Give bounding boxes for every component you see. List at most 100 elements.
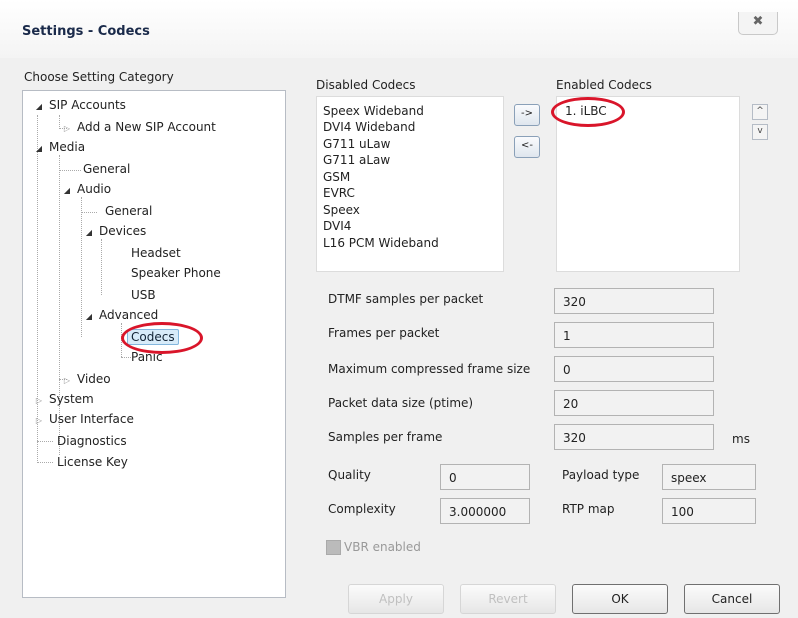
expand-arrow-icon[interactable]: ◢	[61, 183, 73, 199]
tree-item-label: Advanced	[99, 308, 159, 322]
max-frame-label: Maximum compressed frame size	[328, 362, 531, 376]
list-item[interactable]: L16 PCM Wideband	[323, 236, 439, 250]
tree-item-label: Media	[49, 140, 86, 154]
frames-label: Frames per packet	[328, 326, 440, 340]
tree-line	[101, 239, 102, 295]
tree-item-media-general[interactable]: General	[83, 161, 130, 177]
tree-item-video[interactable]: ▷ Video	[61, 371, 111, 389]
tree-item-label: License Key	[57, 455, 128, 469]
cancel-button[interactable]: Cancel	[684, 584, 780, 614]
rtp-map-label: RTP map	[562, 502, 615, 516]
move-up-button[interactable]: ^	[752, 104, 768, 120]
tree-item-add-sip-account[interactable]: ▷ Add a New SIP Account	[61, 119, 216, 137]
complexity-label: Complexity	[328, 502, 396, 516]
list-item[interactable]: G711 aLaw	[323, 153, 390, 167]
title-bar: Settings - Codecs ✖	[0, 0, 798, 58]
tree-item-advanced[interactable]: ◢ Advanced	[83, 307, 158, 325]
quality-label: Quality	[328, 468, 371, 482]
tree-line	[37, 441, 53, 442]
samples-unit: ms	[732, 432, 750, 446]
tree-item-label: General	[105, 204, 153, 218]
tree-item-label: Panic	[131, 350, 163, 364]
apply-button[interactable]: Apply	[348, 584, 444, 614]
tree-line	[121, 323, 122, 357]
ptime-field[interactable]: 20	[554, 390, 714, 416]
quality-field[interactable]: 0	[440, 464, 530, 490]
list-item[interactable]: GSM	[323, 170, 350, 184]
vbr-checkbox[interactable]	[326, 540, 341, 555]
rtp-map-field[interactable]: 100	[662, 498, 756, 524]
enabled-codecs-list[interactable]: 1. iLBC	[556, 96, 740, 272]
frames-field[interactable]: 1	[554, 322, 714, 348]
list-item[interactable]: Speex Wideband	[323, 104, 424, 118]
expand-arrow-icon[interactable]: ◢	[83, 309, 95, 325]
tree-item-diagnostics[interactable]: Diagnostics	[57, 433, 127, 449]
tree-item-label: General	[83, 162, 131, 176]
collapsed-arrow-icon[interactable]: ▷	[61, 121, 73, 137]
tree-item-label: Audio	[77, 182, 112, 196]
tree-item-headset[interactable]: Headset	[131, 245, 181, 261]
window-title: Settings - Codecs	[22, 24, 150, 39]
expand-arrow-icon[interactable]: ◢	[33, 141, 45, 157]
collapsed-arrow-icon[interactable]: ▷	[33, 393, 45, 409]
tree-item-user-interface[interactable]: ▷ User Interface	[33, 411, 134, 429]
payload-field[interactable]: speex	[662, 464, 756, 490]
tree-item-label: SIP Accounts	[49, 98, 126, 112]
tree-line	[81, 197, 82, 337]
tree-item-usb[interactable]: USB	[131, 287, 156, 303]
remove-codec-button[interactable]: <-	[514, 136, 540, 158]
disabled-codecs-list[interactable]: Speex Wideband DVI4 Wideband G711 uLaw G…	[316, 96, 504, 272]
settings-window: Settings - Codecs ✖ Choose Setting Categ…	[0, 0, 798, 618]
tree-line	[59, 155, 60, 455]
tree-item-codecs[interactable]: Codecs	[127, 329, 179, 345]
tree-item-audio[interactable]: ◢ Audio	[61, 181, 111, 199]
ptime-label: Packet data size (ptime)	[328, 396, 474, 410]
list-item[interactable]: DVI4	[323, 219, 351, 233]
expand-arrow-icon[interactable]: ◢	[33, 99, 45, 115]
ok-button[interactable]: OK	[572, 584, 668, 614]
enabled-codecs-label: Enabled Codecs	[556, 78, 652, 92]
close-icon: ✖	[752, 14, 764, 29]
tree-item-label: User Interface	[49, 412, 134, 426]
tree-item-devices[interactable]: ◢ Devices	[83, 223, 146, 241]
tree-item-system[interactable]: ▷ System	[33, 391, 94, 409]
samples-field[interactable]: 320	[554, 424, 714, 450]
revert-button[interactable]: Revert	[460, 584, 556, 614]
tree-item-panic[interactable]: Panic	[131, 349, 163, 365]
complexity-field[interactable]: 3.000000	[440, 498, 530, 524]
tree-item-label: Video	[77, 372, 111, 386]
tree-item-label: Add a New SIP Account	[77, 120, 216, 134]
tree-item-label: Codecs	[127, 329, 179, 345]
tree-item-audio-general[interactable]: General	[105, 203, 152, 219]
samples-label: Samples per frame	[328, 430, 443, 444]
tree-line	[59, 170, 81, 171]
tree-item-sip-accounts[interactable]: ◢ SIP Accounts	[33, 97, 126, 115]
close-button[interactable]: ✖	[738, 12, 778, 35]
tree-item-media[interactable]: ◢ Media	[33, 139, 85, 157]
list-item[interactable]: G711 uLaw	[323, 137, 390, 151]
category-tree[interactable]: ◢ SIP Accounts ▷ Add a New SIP Account ◢ Me…	[22, 90, 286, 598]
tree-item-label: System	[49, 392, 94, 406]
tree-line	[37, 462, 53, 463]
tree-item-speaker-phone[interactable]: Speaker Phone	[131, 265, 221, 281]
chevron-up-icon: ^	[756, 106, 764, 116]
list-item[interactable]: Speex	[323, 203, 360, 217]
dtmf-field[interactable]: 320	[554, 288, 714, 314]
add-codec-button[interactable]: ->	[514, 104, 540, 126]
list-item[interactable]: EVRC	[323, 186, 355, 200]
max-frame-field[interactable]: 0	[554, 356, 714, 382]
tree-item-label: Headset	[131, 246, 181, 260]
move-down-button[interactable]: v	[752, 124, 768, 140]
tree-line	[81, 212, 97, 213]
tree-item-label: Diagnostics	[57, 434, 127, 448]
collapsed-arrow-icon[interactable]: ▷	[61, 373, 73, 389]
list-item[interactable]: 1. iLBC	[565, 104, 607, 118]
dtmf-label: DTMF samples per packet	[328, 292, 484, 306]
expand-arrow-icon[interactable]: ◢	[83, 225, 95, 241]
tree-item-label: USB	[131, 288, 156, 302]
tree-item-label: Speaker Phone	[131, 266, 221, 280]
collapsed-arrow-icon[interactable]: ▷	[33, 413, 45, 429]
vbr-label: VBR enabled	[344, 540, 421, 554]
tree-item-license-key[interactable]: License Key	[57, 454, 128, 470]
list-item[interactable]: DVI4 Wideband	[323, 120, 415, 134]
